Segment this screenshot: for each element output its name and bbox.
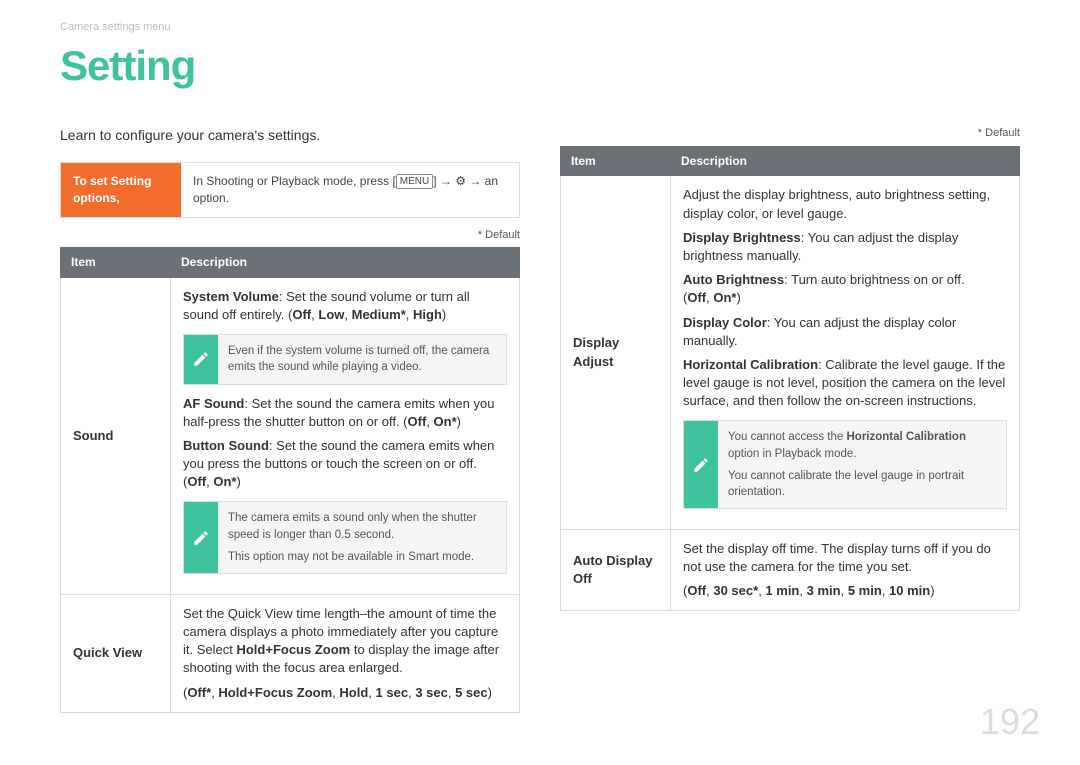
t: Hold+Focus Zoom <box>236 642 350 657</box>
t: ) <box>488 685 492 700</box>
table-row: Display Adjust Adjust the display bright… <box>561 176 1020 529</box>
breadcrumb: Camera settings menu <box>60 20 1020 35</box>
t: You cannot calibrate the level gauge in … <box>728 468 996 500</box>
t: ) <box>930 583 934 598</box>
desc-auto-display-off: Set the display off time. The display tu… <box>671 529 1020 611</box>
th-item: Item <box>61 248 171 278</box>
t: Off <box>187 474 206 489</box>
t: ) <box>442 307 446 322</box>
desc-quickview: Set the Quick View time length–the amoun… <box>171 594 520 712</box>
instr-mid: ] → <box>433 174 455 188</box>
note-text: You cannot access the Horizontal Calibra… <box>718 421 1006 507</box>
t: Button Sound <box>183 438 269 453</box>
t: 1 min <box>765 583 799 598</box>
instr-prefix: In Shooting or Playback mode, press [ <box>193 174 396 188</box>
t: , <box>448 685 455 700</box>
th-item: Item <box>561 146 671 176</box>
t: Off <box>687 583 706 598</box>
right-column: * Default Item Description Display Adjus… <box>560 126 1020 713</box>
page-number: 192 <box>980 697 1040 747</box>
t: The camera emits a sound only when the s… <box>228 510 496 542</box>
t: 3 sec <box>415 685 448 700</box>
t: , <box>799 583 806 598</box>
t: AF Sound <box>183 396 244 411</box>
menu-button-icon: MENU <box>396 174 433 189</box>
page-title: Setting <box>60 37 1020 96</box>
t: Set the display off time. The display tu… <box>683 540 1007 576</box>
table-row: Quick View Set the Quick View time lengt… <box>61 594 520 712</box>
default-note-right: * Default <box>560 126 1020 141</box>
pen-icon <box>184 502 218 572</box>
t: 5 min <box>848 583 882 598</box>
instruction-box: To set Setting options, In Shooting or P… <box>60 162 520 218</box>
note-box: Even if the system volume is turned off,… <box>183 334 507 384</box>
left-column: Learn to configure your camera's setting… <box>60 126 520 713</box>
t: , <box>368 685 375 700</box>
note-box: The camera emits a sound only when the s… <box>183 501 507 573</box>
t: , <box>841 583 848 598</box>
t: Auto Brightness <box>683 272 784 287</box>
t: ) <box>236 474 240 489</box>
t: , <box>426 414 433 429</box>
t: Off <box>687 290 706 305</box>
t: ) <box>457 414 461 429</box>
t: Off <box>292 307 311 322</box>
gear-icon: ⚙ <box>455 173 466 190</box>
t: On* <box>434 414 457 429</box>
t: You cannot access the <box>728 431 847 443</box>
item-auto-display-off: Auto Display Off <box>561 529 671 611</box>
note-text: The camera emits a sound only when the s… <box>218 502 506 572</box>
t: option in Playback mode. <box>728 448 857 460</box>
th-desc: Description <box>171 248 520 278</box>
t: , <box>344 307 351 322</box>
t: Medium* <box>352 307 406 322</box>
t: Even if the system volume is turned off,… <box>228 343 496 375</box>
t: Adjust the display brightness, auto brig… <box>683 186 1007 222</box>
t: High <box>413 307 442 322</box>
note-text: Even if the system volume is turned off,… <box>218 335 506 383</box>
t: Display Color <box>683 315 767 330</box>
t: 1 sec <box>376 685 409 700</box>
intro-text: Learn to configure your camera's setting… <box>60 126 520 146</box>
item-quickview: Quick View <box>61 594 171 712</box>
t: Off <box>408 414 427 429</box>
settings-table-right: Item Description Display Adjust Adjust t… <box>560 146 1020 612</box>
t: , <box>406 307 413 322</box>
t: Hold+Focus Zoom <box>218 685 332 700</box>
desc-sound: System Volume: Set the sound volume or t… <box>171 277 520 594</box>
pen-icon <box>684 421 718 507</box>
t: Horizontal Calibration <box>683 357 818 372</box>
t: Display Brightness <box>683 230 801 245</box>
instruction-text: In Shooting or Playback mode, press [MEN… <box>181 163 519 217</box>
default-note-left: * Default <box>60 228 520 243</box>
t: Hold <box>339 685 368 700</box>
table-row: Sound System Volume: Set the sound volum… <box>61 277 520 594</box>
t: 3 min <box>807 583 841 598</box>
settings-table-left: Item Description Sound System Volume: Se… <box>60 247 520 713</box>
item-sound: Sound <box>61 277 171 594</box>
instruction-label: To set Setting options, <box>61 163 181 217</box>
desc-display-adjust: Adjust the display brightness, auto brig… <box>671 176 1020 529</box>
t: : Turn auto brightness on or off. <box>784 272 964 287</box>
t: Low <box>318 307 344 322</box>
t: , <box>882 583 889 598</box>
t: 5 sec <box>455 685 488 700</box>
t: Horizontal Calibration <box>847 431 966 443</box>
t: System Volume <box>183 289 279 304</box>
item-display-adjust: Display Adjust <box>561 176 671 529</box>
t: ) <box>736 290 740 305</box>
t: 10 min <box>889 583 930 598</box>
t: On* <box>213 474 236 489</box>
note-box: You cannot access the Horizontal Calibra… <box>683 420 1007 508</box>
t: Off* <box>187 685 211 700</box>
th-desc: Description <box>671 146 1020 176</box>
table-row: Auto Display Off Set the display off tim… <box>561 529 1020 611</box>
t: On* <box>713 290 736 305</box>
t: 30 sec* <box>713 583 758 598</box>
pen-icon <box>184 335 218 383</box>
t: This option may not be available in Smar… <box>228 549 496 565</box>
